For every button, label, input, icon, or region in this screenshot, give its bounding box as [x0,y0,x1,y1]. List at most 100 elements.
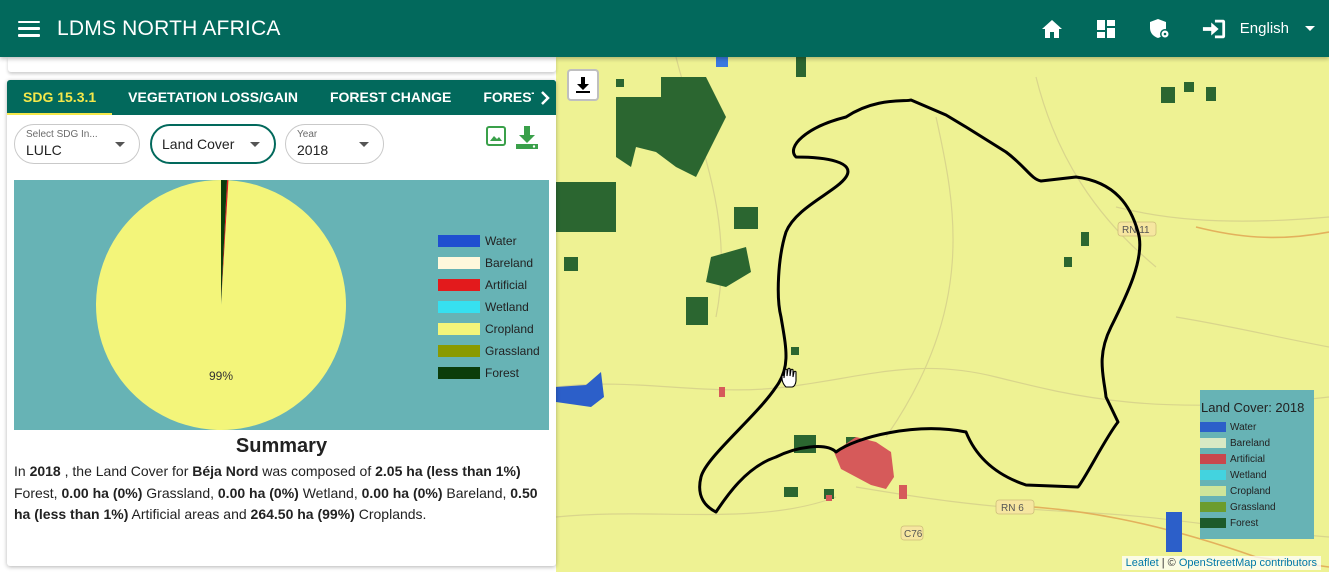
map-legend-item: Cropland [1200,483,1314,499]
map-view[interactable]: RN 11 RN 6 C76 Land Cover: 2018 Water Ba… [556,57,1329,572]
summary-fragment: , the Land Cover for [60,463,193,479]
summary-fragment: was composed of [258,463,376,479]
pie-legend-label: Grassland [485,344,540,358]
layer-value: Land Cover [162,136,235,152]
chevron-down-icon [250,142,260,147]
map-legend-title: Land Cover: 2018 [1201,400,1305,415]
download-icon [576,77,590,93]
attribution-separator: | © [1158,557,1179,569]
summary-fragment: Croplands. [354,506,427,522]
legend-swatch [1200,502,1226,512]
road-label-rn6: RN 6 [1001,503,1024,514]
road-label-c76: C76 [904,529,923,540]
pie-legend-item[interactable]: Artificial [438,274,540,296]
menu-icon[interactable] [18,20,40,37]
summary-grassland-value: 0.00 ha (0%) [61,484,143,501]
legend-swatch [438,279,480,291]
panel-scroll-strip [8,57,556,72]
pie-legend-item[interactable]: Grassland [438,340,540,362]
map-attribution: Leaflet | © OpenStreetMap contributors [1121,556,1321,570]
map-legend-label: Artificial [1230,453,1266,465]
pie-legend-item[interactable]: Wetland [438,296,540,318]
summary-text: In 2018 , the Land Cover for Béja Nord w… [14,461,549,526]
chevron-down-icon [115,142,125,147]
map-legend-item: Forest [1200,515,1314,531]
download-data-icon[interactable] [514,125,542,149]
map-legend-label: Grassland [1230,501,1276,513]
admin-shield-icon[interactable] [1148,17,1172,41]
map-legend-item: Grassland [1200,499,1314,515]
year-select[interactable]: Year 2018 [285,124,384,164]
map-legend-label: Cropland [1230,485,1271,497]
pie-legend-label: Artificial [485,278,528,292]
legend-swatch [1200,422,1226,432]
legend-swatch [1200,438,1226,448]
map-legend-label: Forest [1230,517,1259,529]
download-map-button[interactable] [567,69,599,101]
pie-data-label: 99% [209,369,233,383]
summary-region: Béja Nord [192,463,259,479]
tab-sdg-15-3-1[interactable]: SDG 15.3.1 [7,80,113,115]
map-legend: Land Cover: 2018 Water Bareland Artifici… [1200,390,1314,539]
summary-fragment: Grassland, [142,484,218,501]
sdg-indicator-value: LULC [26,142,62,158]
pie-legend-label: Forest [485,366,520,380]
hand-cursor-icon [781,367,797,388]
summary-cropland-value: 264.50 ha (99%) [250,506,355,522]
pie-legend: Water Bareland Artificial Wetland Cropland Gr… [438,230,540,384]
pie-legend-item[interactable]: Water [438,230,540,252]
tab-vegetation-loss-gain[interactable]: VEGETATION LOSS/GAIN [112,80,314,115]
map-legend-label: Water [1230,421,1257,433]
map-legend-item: Wetland [1200,467,1314,483]
summary-title: Summary [235,435,328,457]
home-icon[interactable] [1040,17,1064,41]
chevron-down-icon [1305,26,1315,31]
image-export-icon[interactable] [485,125,509,149]
legend-swatch [438,301,480,313]
summary-fragment: Artificial areas and [128,506,251,522]
layer-select[interactable]: Land Cover [150,124,276,164]
pie-legend-item[interactable]: Bareland [438,252,540,274]
language-select[interactable]: English [1240,20,1315,37]
legend-swatch [1200,470,1226,480]
legend-swatch [438,367,480,379]
map-legend-item: Artificial [1200,451,1314,467]
tab-bar: SDG 15.3.1 VEGETATION LOSS/GAIN FOREST C… [7,80,556,115]
year-label: Year [297,129,318,140]
summary-fragment: Forest, [14,484,62,501]
land-cover-pie-chart: 99% Water Bareland Artificial Wetland Cropla… [14,180,549,430]
summary-year: 2018 [29,463,61,479]
summary-bareland-value: 0.00 ha (0%) [361,484,443,501]
leaflet-link[interactable]: Leaflet [1126,557,1159,569]
top-app-bar: LDMS NORTH AFRICA English [0,0,1329,57]
legend-swatch [438,323,480,335]
summary-fragment: In [14,463,30,479]
map-legend-label: Bareland [1230,437,1271,449]
sdg-indicator-select[interactable]: Select SDG In... LULC [14,124,140,164]
pie-legend-label: Cropland [485,322,534,336]
tab-forest-change[interactable]: FOREST CHANGE [314,80,467,115]
legend-swatch [1200,518,1226,528]
pie-legend-label: Wetland [485,300,529,314]
filter-controls: Select SDG In... LULC Land Cover Year 20… [7,115,556,180]
login-icon[interactable] [1202,17,1226,41]
pie-legend-item[interactable]: Forest [438,362,540,384]
summary-wetland-value: 0.00 ha (0%) [217,484,299,501]
tab-scroll-right-button[interactable] [534,80,556,115]
map-legend-label: Wetland [1230,469,1267,481]
top-actions: English [1040,0,1329,57]
pie-slice-cropland[interactable] [95,180,347,430]
year-value: 2018 [297,142,329,158]
sdg-indicator-label: Select SDG In... [26,129,98,140]
osm-link[interactable]: OpenStreetMap contributors [1179,557,1317,569]
map-legend-item: Water [1200,419,1314,435]
pie-legend-item[interactable]: Cropland [438,318,540,340]
language-label: English [1239,20,1289,37]
legend-swatch [438,235,480,247]
chevron-down-icon [359,142,369,147]
dashboard-icon[interactable] [1094,17,1118,41]
summary-fragment: Bareland, [442,484,511,501]
legend-swatch [1200,454,1226,464]
legend-swatch [438,345,480,357]
analysis-panel: SDG 15.3.1 VEGETATION LOSS/GAIN FOREST C… [7,80,556,566]
